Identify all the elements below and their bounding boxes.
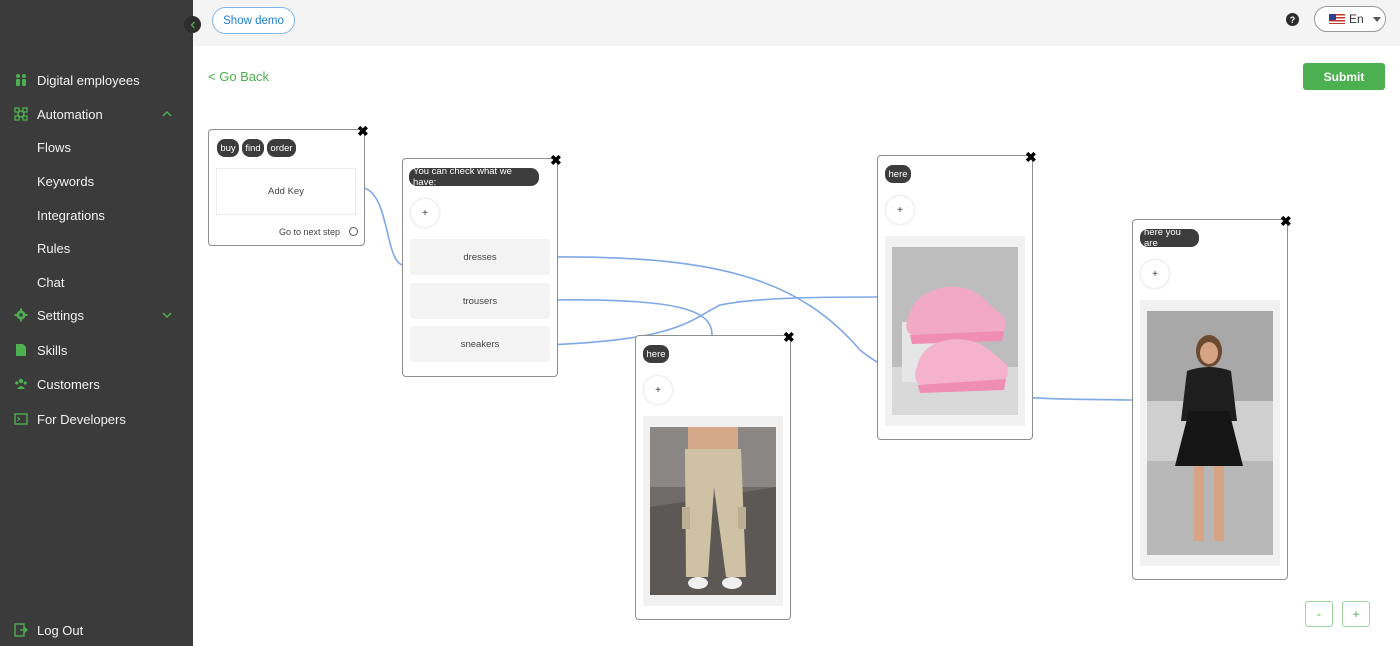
- next-step-radio[interactable]: [349, 227, 358, 236]
- collapse-sidebar-button[interactable]: [184, 16, 201, 33]
- close-icon[interactable]: ✖: [1025, 150, 1037, 164]
- node-start[interactable]: buy find order Add Key Go to next step: [208, 129, 365, 246]
- message-bubble: here: [885, 165, 911, 183]
- add-step-button[interactable]: +: [411, 199, 439, 227]
- edge-dresses-to-dress-node: [544, 256, 1134, 401]
- option-button-dresses[interactable]: dresses: [410, 239, 550, 275]
- close-icon[interactable]: ✖: [550, 153, 562, 167]
- image-container: [1140, 300, 1280, 566]
- keyword-tag[interactable]: find: [242, 139, 264, 157]
- close-icon[interactable]: ✖: [783, 330, 795, 344]
- keyword-tag[interactable]: order: [267, 139, 296, 157]
- close-icon[interactable]: ✖: [1280, 214, 1292, 228]
- edge-start-to-menu: [363, 187, 405, 266]
- option-button-trousers[interactable]: trousers: [410, 283, 550, 319]
- dress-image: [1147, 311, 1273, 555]
- message-bubble: You can check what we have:: [409, 166, 539, 188]
- node-trousers[interactable]: here +: [635, 335, 791, 620]
- node-menu[interactable]: You can check what we have: + dresses tr…: [402, 158, 558, 377]
- option-button-sneakers[interactable]: sneakers: [410, 326, 550, 362]
- keyword-tag[interactable]: buy: [217, 139, 239, 157]
- trousers-image: [650, 427, 776, 595]
- chevron-left-icon: [190, 21, 195, 28]
- add-key-button[interactable]: Add Key: [216, 168, 356, 215]
- image-container: [643, 416, 783, 606]
- close-icon[interactable]: ✖: [357, 124, 369, 138]
- next-step-label: Go to next step: [279, 227, 341, 237]
- image-container: [885, 236, 1025, 426]
- add-step-button[interactable]: +: [886, 196, 914, 224]
- sneakers-image: [892, 247, 1018, 415]
- node-sneakers[interactable]: here +: [877, 155, 1033, 440]
- add-step-button[interactable]: +: [1141, 260, 1169, 288]
- edge-trousers-to-trousers-node: [544, 298, 713, 336]
- node-dress[interactable]: here you are +: [1132, 219, 1288, 580]
- message-bubble: here you are: [1140, 227, 1199, 249]
- message-bubble: here: [643, 345, 669, 363]
- add-step-button[interactable]: +: [644, 376, 672, 404]
